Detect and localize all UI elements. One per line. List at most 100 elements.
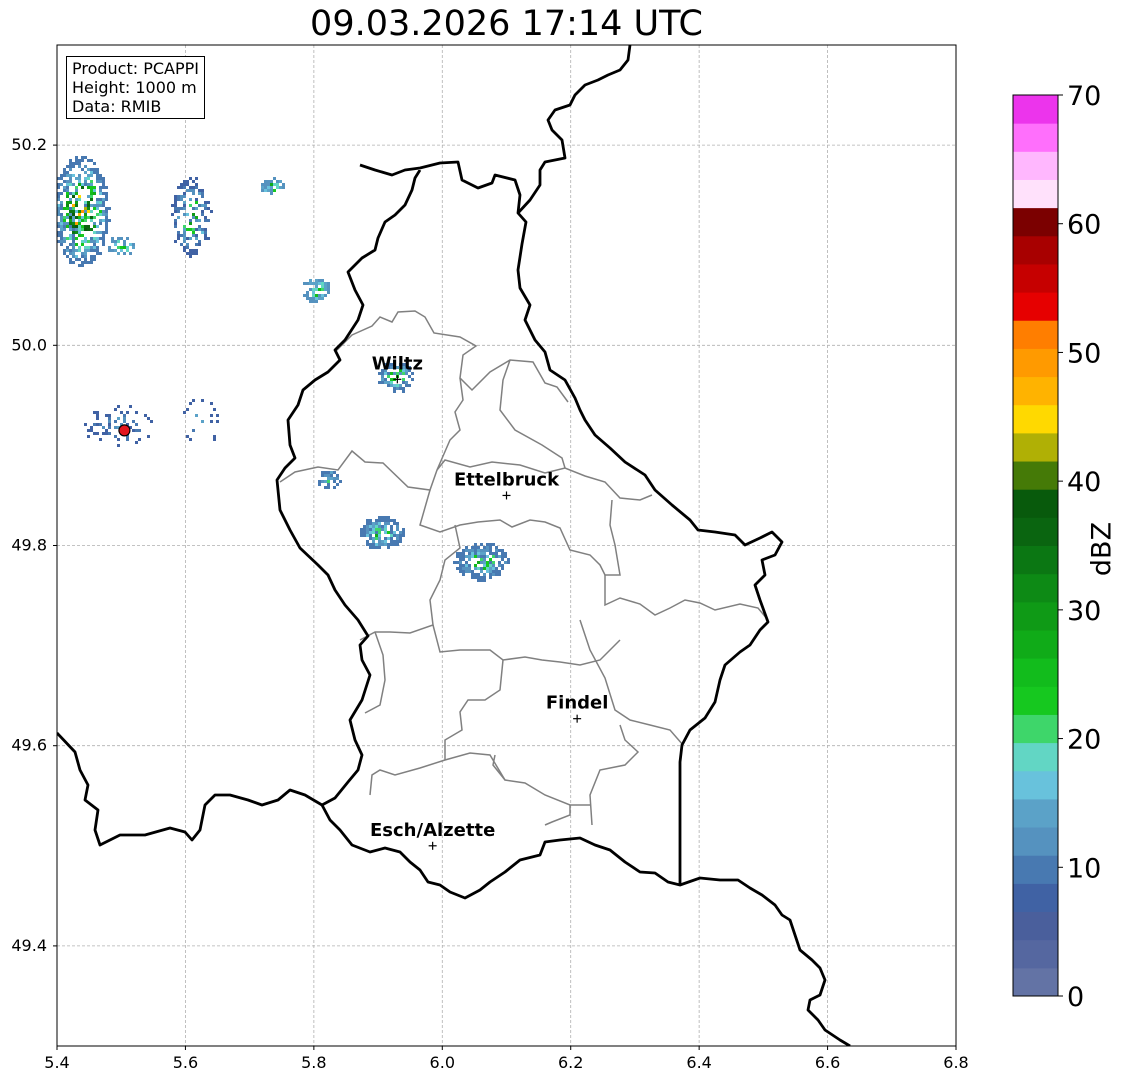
echo-pixel	[63, 240, 66, 243]
echo-pixel	[480, 558, 483, 561]
echo-pixel	[486, 543, 489, 546]
echo-pixel	[318, 483, 321, 486]
echo-pixel	[102, 426, 105, 429]
echo-pixel	[390, 534, 393, 537]
echo-pixel	[108, 246, 111, 249]
echo-pixel	[105, 192, 108, 195]
echo-pixel	[99, 222, 102, 225]
echo-pixel	[459, 552, 462, 555]
echo-pixel	[189, 255, 192, 258]
echo-pixel	[75, 222, 78, 225]
echo-pixel	[330, 477, 333, 480]
echo-pixel	[366, 525, 369, 528]
echo-pixel	[96, 207, 99, 210]
colorbar-segment	[1013, 263, 1058, 293]
echo-pixel	[264, 186, 267, 189]
echo-pixel	[402, 531, 405, 534]
echo-pixel	[87, 240, 90, 243]
echo-pixel	[105, 186, 108, 189]
echo-pixel	[489, 546, 492, 549]
echo-pixel	[93, 243, 96, 246]
echo-pixel	[87, 225, 90, 228]
echo-pixel	[90, 186, 93, 189]
echo-pixel	[492, 567, 495, 570]
echo-pixel	[360, 528, 363, 531]
echo-pixel	[84, 204, 87, 207]
echo-pixel	[192, 399, 195, 402]
echo-pixel	[399, 540, 402, 543]
echo-pixel	[321, 279, 324, 282]
echo-pixel	[369, 534, 372, 537]
echo-pixel	[63, 189, 66, 192]
echo-pixel	[390, 381, 393, 384]
echo-pixel	[384, 381, 387, 384]
echo-pixel	[312, 291, 315, 294]
echo-pixel	[198, 189, 201, 192]
echo-pixel	[477, 561, 480, 564]
echo-pixel	[66, 216, 69, 219]
echo-pixel	[195, 228, 198, 231]
echo-pixel	[90, 159, 93, 162]
echo-pixel	[84, 165, 87, 168]
echo-pixel	[93, 186, 96, 189]
echo-pixel	[60, 174, 63, 177]
echo-pixel	[282, 183, 285, 186]
echo-pixel	[90, 246, 93, 249]
echo-pixel	[306, 282, 309, 285]
echo-pixel	[390, 543, 393, 546]
echo-pixel	[87, 435, 90, 438]
echo-pixel	[75, 198, 78, 201]
canton-borders	[279, 310, 769, 826]
echo-pixel	[69, 168, 72, 171]
echo-pixel	[66, 207, 69, 210]
echo-pixel	[315, 297, 318, 300]
echo-pixel	[72, 261, 75, 264]
echo-pixel	[267, 189, 270, 192]
city-label: Ettelbruck	[454, 469, 560, 490]
echo-pixel	[102, 192, 105, 195]
echo-pixel	[309, 300, 312, 303]
echo-pixel	[321, 297, 324, 300]
echo-pixel	[483, 558, 486, 561]
echo-pixel	[504, 552, 507, 555]
echo-pixel	[87, 201, 90, 204]
echo-pixel	[390, 519, 393, 522]
echo-pixel	[81, 228, 84, 231]
echo-pixel	[369, 522, 372, 525]
echo-pixel	[90, 168, 93, 171]
echo-pixel	[402, 378, 405, 381]
echo-pixel	[102, 243, 105, 246]
france-germany-border	[679, 876, 851, 1046]
echo-pixel	[369, 531, 372, 534]
echo-pixel	[315, 288, 318, 291]
echo-pixel	[183, 213, 186, 216]
echo-pixel	[96, 417, 99, 420]
echo-pixel	[489, 576, 492, 579]
echo-pixel	[204, 231, 207, 234]
echo-pixel	[381, 540, 384, 543]
echo-pixel	[408, 384, 411, 387]
city-marker: Findel	[546, 693, 608, 723]
echo-pixel	[465, 564, 468, 567]
echo-pixel	[384, 540, 387, 543]
echo-pixel	[375, 531, 378, 534]
echo-pixel	[69, 249, 72, 252]
echo-pixel	[261, 186, 264, 189]
echo-pixel	[102, 201, 105, 204]
echo-pixel	[81, 240, 84, 243]
echo-pixel	[102, 183, 105, 186]
echo-pixel	[213, 435, 216, 438]
height-text: Height: 1000 m	[72, 78, 197, 97]
echo-pixel	[72, 237, 75, 240]
echo-pixel	[108, 414, 111, 417]
echo-pixel	[180, 198, 183, 201]
echo-pixel	[96, 240, 99, 243]
echo-pixel	[90, 429, 93, 432]
echo-pixel	[189, 228, 192, 231]
echo-pixel	[189, 198, 192, 201]
echo-pixel	[210, 402, 213, 405]
echo-pixel	[99, 180, 102, 183]
echo-pixel	[495, 573, 498, 576]
echo-pixel	[198, 225, 201, 228]
echo-pixel	[96, 201, 99, 204]
